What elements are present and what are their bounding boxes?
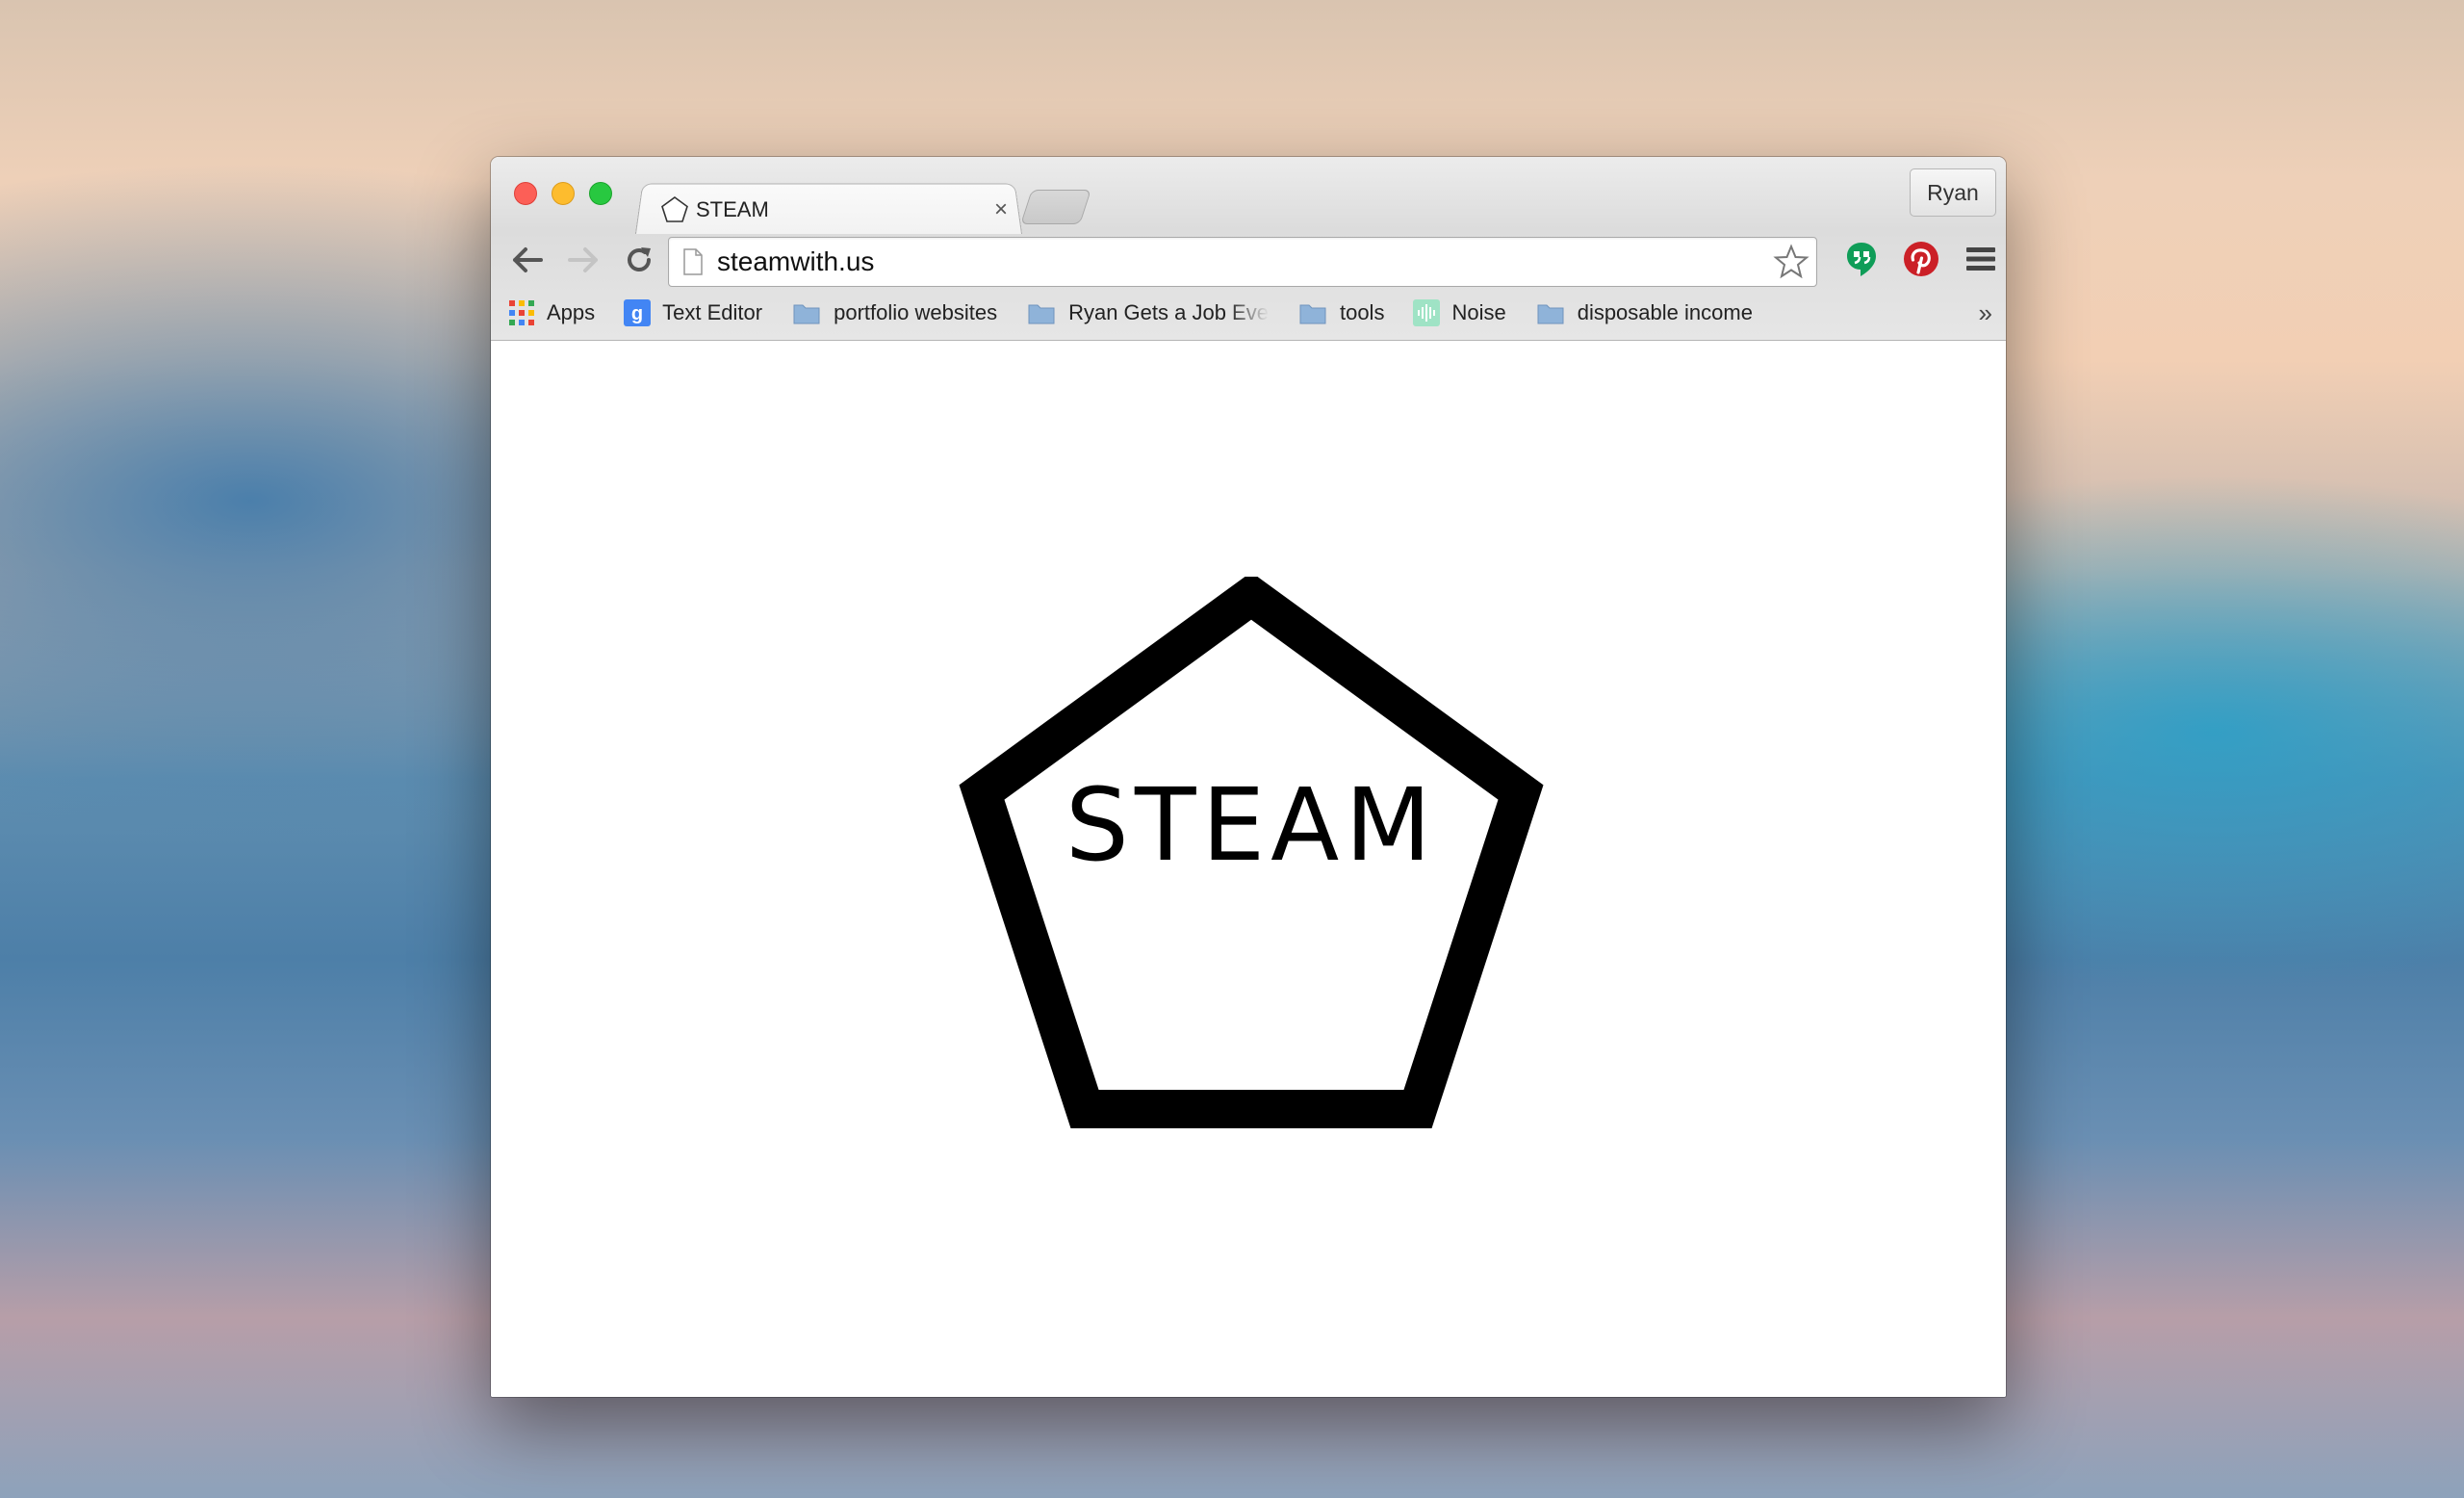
menu-button[interactable] xyxy=(1958,236,2004,282)
address-bar[interactable]: steamwith.us xyxy=(668,237,1817,287)
page-icon xyxy=(683,248,703,275)
pinterest-icon xyxy=(1904,242,1938,276)
pinterest-extension-button[interactable] xyxy=(1898,236,1944,282)
window-controls xyxy=(514,182,612,205)
bookmark-noise[interactable]: Noise xyxy=(1413,294,1506,332)
minimize-window-button[interactable] xyxy=(552,182,575,205)
tab-close-icon[interactable]: × xyxy=(987,196,1015,223)
pentagon-favicon-icon xyxy=(661,196,688,222)
bookmark-label: Apps xyxy=(547,300,596,324)
browser-chrome: STEAM × Ryan steamwith.us Apps g Text Ed… xyxy=(491,157,2006,341)
forward-arrow-icon xyxy=(568,247,598,272)
page-content: STEAM xyxy=(491,341,2006,1397)
hangouts-extension-button[interactable] xyxy=(1838,236,1885,282)
reload-button[interactable] xyxy=(616,237,662,283)
svg-text:g: g xyxy=(631,303,643,324)
bookmark-label: Text Editor xyxy=(662,300,763,324)
bookmark-star-icon[interactable] xyxy=(1772,243,1810,281)
profile-button[interactable]: Ryan xyxy=(1910,168,1996,217)
bookmarks-bar: Apps g Text Editor portfolio websites Ry… xyxy=(491,292,2006,334)
bookmark-text-editor[interactable]: g Text Editor xyxy=(624,294,762,332)
folder-icon xyxy=(1537,304,1564,324)
folder-icon xyxy=(793,304,820,324)
bookmark-label: tools xyxy=(1339,300,1385,324)
bookmark-label: disposable income xyxy=(1577,300,1753,324)
bookmark-portfolio-websites[interactable]: portfolio websites xyxy=(791,294,997,332)
bookmark-label: portfolio websites xyxy=(834,300,998,324)
new-tab-button[interactable] xyxy=(1020,190,1091,224)
reload-icon xyxy=(628,247,651,271)
bookmarks-overflow-button[interactable]: » xyxy=(1979,292,1992,334)
browser-window: STEAM × Ryan steamwith.us Apps g Text Ed… xyxy=(491,157,2006,1397)
bookmark-disposable-income[interactable]: disposable income xyxy=(1535,294,1753,332)
noise-icon xyxy=(1413,299,1441,326)
folder-icon xyxy=(1299,304,1326,324)
bookmark-tools[interactable]: tools xyxy=(1297,294,1384,332)
active-tab-content: STEAM × xyxy=(659,189,1015,231)
zoom-window-button[interactable] xyxy=(589,182,612,205)
logo-text: STEAM xyxy=(1065,766,1438,884)
url-text[interactable]: steamwith.us xyxy=(717,246,1772,277)
bookmark-label: Noise xyxy=(1451,300,1506,324)
bookmark-label: Ryan Gets a Job Eve xyxy=(1068,300,1269,324)
tab-title: STEAM xyxy=(696,197,769,221)
toolbar: steamwith.us xyxy=(491,232,2006,288)
bookmark-ryan-gets-a-job[interactable]: Ryan Gets a Job Eve xyxy=(1026,294,1269,332)
back-button[interactable] xyxy=(504,237,551,283)
google-icon: g xyxy=(624,299,652,326)
close-window-button[interactable] xyxy=(514,182,537,205)
bookmark-apps[interactable]: Apps xyxy=(508,294,595,332)
hamburger-menu-icon xyxy=(1966,247,1995,271)
forward-button[interactable] xyxy=(560,237,606,283)
back-arrow-icon xyxy=(513,247,543,272)
apps-grid-icon xyxy=(509,300,534,325)
folder-icon xyxy=(1028,304,1055,324)
hangouts-icon xyxy=(1847,243,1876,276)
